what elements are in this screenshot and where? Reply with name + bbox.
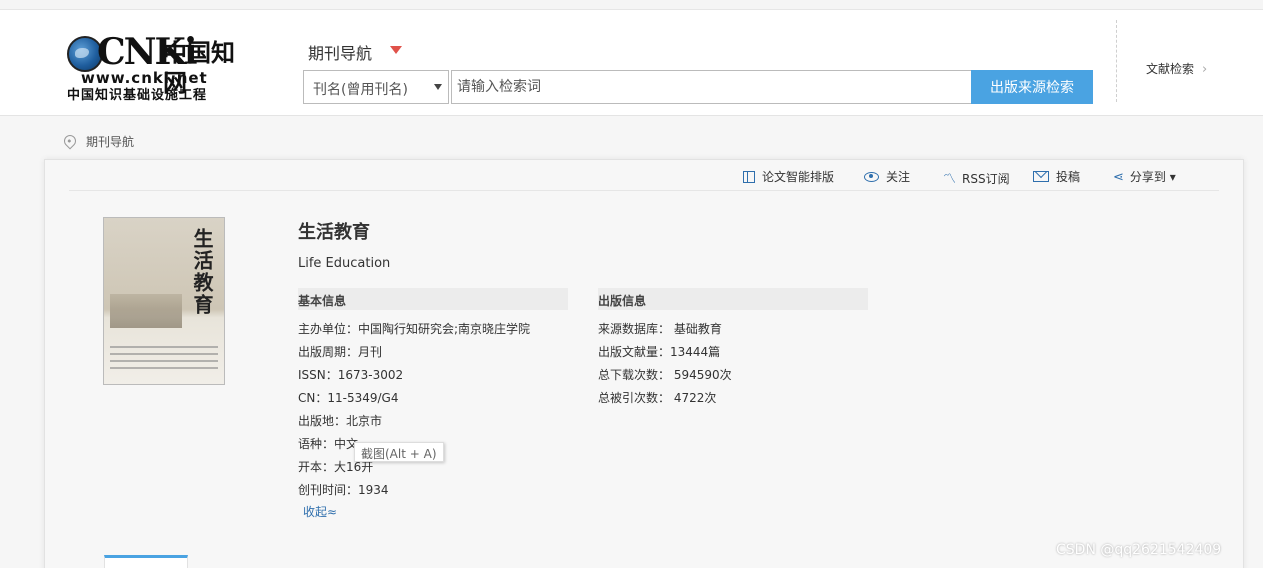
cover-text-lines [110,346,218,374]
info-founded: 创刊时间：1934 [298,483,389,497]
pub-downloads: 总下载次数： 594590次 [598,368,732,382]
breadcrumb-current[interactable]: 期刊导航 [86,135,134,149]
journal-title: 生活教育 [298,222,370,243]
top-strip [0,0,1263,10]
caret-down-icon[interactable] [390,46,402,54]
rss-label: RSS订阅 [962,172,1010,186]
doc-search-label: 文献检索 [1146,62,1195,76]
smart-layout-label: 论文智能排版 [762,170,835,184]
info-location: 出版地：北京市 [298,414,383,428]
share-caret-icon: ▾ [1169,170,1176,184]
logo-url: www.cnki.net [81,69,208,87]
search-input[interactable] [451,70,971,104]
rss-button[interactable]: 〽 RSS订阅 [943,168,1010,187]
eye-icon [864,172,879,182]
follow-button[interactable]: 关注 [864,168,910,185]
chevron-right-icon: › [1202,62,1208,77]
info-sponsor: 主办单位：中国陶行知研究会;南京晓庄学院 [298,322,531,336]
screenshot-tooltip: 截图(Alt + A) [354,442,444,462]
location-pin-icon [61,132,79,150]
journal-en-title: Life Education [298,256,391,271]
pub-info-heading: 出版信息 [598,288,868,310]
pub-source-db: 来源数据库： 基础教育 [598,322,722,336]
search-field-value: 刊名(曾用刊名) [313,82,408,98]
basic-info-heading: 基本信息 [298,288,568,310]
submit-label: 投稿 [1056,170,1081,184]
cover-title: 生活教育 [190,228,214,316]
doc-search-link[interactable]: 文献检索 › [1146,60,1207,77]
journal-cover-image[interactable]: 生活教育 [103,217,225,385]
info-frequency: 出版周期：月刊 [298,345,383,359]
breadcrumb: 期刊导航 [61,132,134,150]
share-label: 分享到 [1129,170,1166,184]
watermark: CSDN @qq2621542409 [1056,542,1222,558]
source-search-button[interactable]: 出版来源检索 [971,70,1093,104]
pub-doc-count: 出版文献量：13444篇 [598,345,721,359]
search-field-select[interactable]: 刊名(曾用刊名) [303,70,449,104]
layout-icon [743,171,755,183]
journal-panel: 论文智能排版 关注 〽 RSS订阅 投稿 ⋖ 分享到 ▾ 生活教育 生活教育 Lif… [44,159,1244,568]
submit-button[interactable]: 投稿 [1033,168,1080,185]
cover-building [110,294,182,328]
follow-label: 关注 [886,170,911,184]
journal-toolbar: 论文智能排版 关注 〽 RSS订阅 投稿 ⋖ 分享到 ▾ [69,160,1219,191]
collapse-link[interactable]: 收起≈ [303,503,337,520]
cnki-logo[interactable]: CNKi 中国知网 www.cnki.net 中国知识基础设施工程 [67,32,249,104]
mail-icon [1033,171,1049,182]
header-divider [1116,20,1117,102]
journal-nav-menu[interactable]: 期刊导航 [308,40,372,64]
logo-slogan: 中国知识基础设施工程 [67,88,208,103]
share-button[interactable]: ⋖ 分享到 ▾ [1113,168,1176,185]
info-issn: ISSN：1673-3002 [298,368,404,382]
pub-citations: 总被引次数： 4722次 [598,391,717,405]
rss-icon: 〽 [943,172,957,187]
share-icon: ⋖ [1113,170,1124,185]
dropdown-arrow-icon [434,84,442,90]
info-cn: CN：11-5349/G4 [298,391,399,405]
tab-stub[interactable] [104,555,188,568]
smart-layout-button[interactable]: 论文智能排版 [743,168,834,185]
info-language: 语种：中文 [298,437,359,451]
